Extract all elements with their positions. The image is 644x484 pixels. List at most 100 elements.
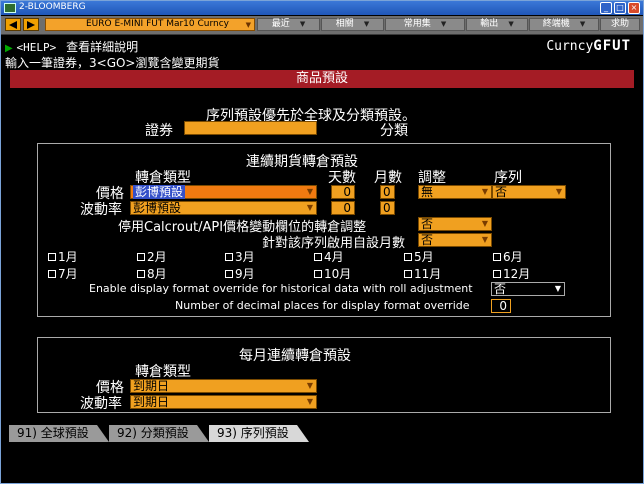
window-title: 2-BLOOMBERG [19,2,86,12]
checkbox-icon [48,270,56,278]
forward-arrow-icon [27,21,35,29]
checkbox-icon [314,270,322,278]
checkbox-icon [314,253,322,261]
col-days: 天數 [328,170,356,186]
title-bar: 2-BLOOMBERG _ □ × [1,1,643,15]
chevron-down-icon: ▼ [554,284,561,293]
security-label: 證券 [145,123,173,139]
chevron-down-icon: ▼ [481,235,488,244]
col-series: 序列 [494,170,522,186]
category-label: 分類 [380,123,408,139]
month-checkbox-2[interactable]: 2月 [137,248,167,265]
ticker-symbol: GFUT [593,38,631,54]
chevron-down-icon: ▼ [306,397,313,406]
checkbox-icon [493,253,501,261]
custom-months-select[interactable]: 否 ▼ [418,233,492,247]
back-arrow-icon [9,21,17,29]
help-line: ▶ <HELP> 查看詳細說明 [5,38,138,55]
checkbox-icon [225,253,233,261]
chevron-down-icon: ▼ [508,20,514,28]
bloomberg-window: 2-BLOOMBERG _ □ × EURO E-MINI FUT Mar10 … [0,0,644,484]
help-key[interactable]: <HELP> [17,41,57,54]
menu-favorites[interactable]: 常用集 ▼ [385,18,465,31]
month-checkbox-9[interactable]: 9月 [225,265,255,282]
month-checkbox-4[interactable]: 4月 [314,248,344,265]
play-icon: ▶ [5,43,13,54]
checkbox-icon [137,253,145,261]
minimize-icon[interactable]: _ [600,2,612,14]
checkbox-icon [493,270,501,278]
chevron-down-icon: ▼ [363,20,370,28]
month-checkbox-5[interactable]: 5月 [404,248,434,265]
ticker-code: CurncyGFUT [546,38,631,54]
monthly-col-roll-type: 轉倉類型 [135,364,191,380]
month-checkbox-12[interactable]: 12月 [493,265,530,282]
ticker-prefix: Curncy [546,39,594,54]
volatility-months-input[interactable]: 0 [380,201,395,215]
monthly-title: 每月連續轉倉預設 [239,348,351,364]
monthly-volatility-select[interactable]: 到期日 ▼ [130,395,317,409]
decimal-input[interactable]: 0 [491,299,511,313]
menu-recent[interactable]: 最近 ▼ [257,18,320,31]
checkbox-icon [48,253,56,261]
back-button[interactable] [5,18,21,31]
monthly-volatility-label: 波動率 [80,396,122,412]
price-series-select[interactable]: 否 ▼ [492,185,566,199]
security-name: EURO E-MINI FUT Mar10 Curncy [86,19,229,29]
page-title-bar: 商品預設 [10,70,634,88]
close-icon[interactable]: × [628,2,640,14]
tab-series-defaults[interactable]: 93) 序列預設 [209,425,309,442]
chevron-down-icon: ▼ [555,187,562,196]
price-months-input[interactable]: 0 [380,185,395,199]
menu-help[interactable]: 求助 [600,18,640,31]
checkbox-icon [404,270,412,278]
chevron-down-icon: ▼ [306,187,313,196]
chevron-down-icon: ▼ [306,381,313,390]
override-label: Enable display format override for histo… [89,282,473,295]
col-adjust: 調整 [418,170,446,186]
instruction-line: 輸入一筆證券，3<GO>瀏覽含變更期貨 [5,56,220,70]
volatility-roll-type-select[interactable]: 彭博預設 ▼ [130,201,317,215]
override-select[interactable]: 否 ▼ [491,282,565,296]
decimal-label: Number of decimal places for display for… [175,299,470,312]
month-checkbox-8[interactable]: 8月 [137,265,167,282]
chevron-down-icon: ▼ [306,203,313,212]
checkbox-icon [225,270,233,278]
monthly-price-select[interactable]: 到期日 ▼ [130,379,317,393]
tab-global-defaults[interactable]: 91) 全球預設 [9,425,109,442]
checkbox-icon [137,270,145,278]
chevron-down-icon: ▼ [481,219,488,228]
price-days-input[interactable]: 0 [331,185,355,199]
forward-button[interactable] [23,18,39,31]
toolbar: EURO E-MINI FUT Mar10 Curncy ▼ 最近 ▼ 相關 ▼ 常… [1,16,643,35]
tab-category-defaults[interactable]: 92) 分類預設 [109,425,209,442]
app-icon [4,3,16,13]
menu-output[interactable]: 輸出 ▼ [466,18,528,31]
maximize-icon[interactable]: □ [614,2,626,14]
disable-roll-select[interactable]: 否 ▼ [418,217,492,231]
menu-terminal[interactable]: 終端機 ▼ [529,18,599,31]
month-checkbox-1[interactable]: 1月 [48,248,78,265]
checkbox-icon [404,253,412,261]
chevron-down-icon: ▼ [440,20,447,28]
help-text: 查看詳細說明 [66,40,139,54]
chevron-down-icon: ▼ [245,21,251,29]
price-adjust-select[interactable]: 無 ▼ [418,185,492,199]
chevron-down-icon: ▼ [481,187,488,196]
volatility-label: 波動率 [80,202,122,218]
security-input[interactable] [184,121,317,135]
month-checkbox-6[interactable]: 6月 [493,248,523,265]
month-checkbox-3[interactable]: 3月 [225,248,255,265]
price-roll-type-select[interactable]: 彭博預設 ▼ [130,185,317,199]
menu-related[interactable]: 相關 ▼ [321,18,384,31]
security-selector[interactable]: EURO E-MINI FUT Mar10 Curncy ▼ [45,18,255,31]
chevron-down-icon: ▼ [579,20,586,28]
month-checkbox-10[interactable]: 10月 [314,265,351,282]
bottom-area [1,443,643,483]
chevron-down-icon: ▼ [299,20,306,28]
volatility-days-input[interactable]: 0 [331,201,355,215]
col-months: 月數 [374,170,402,186]
month-checkbox-11[interactable]: 11月 [404,265,441,282]
month-checkbox-7[interactable]: 7月 [48,265,78,282]
col-roll-type: 轉倉類型 [135,170,191,186]
